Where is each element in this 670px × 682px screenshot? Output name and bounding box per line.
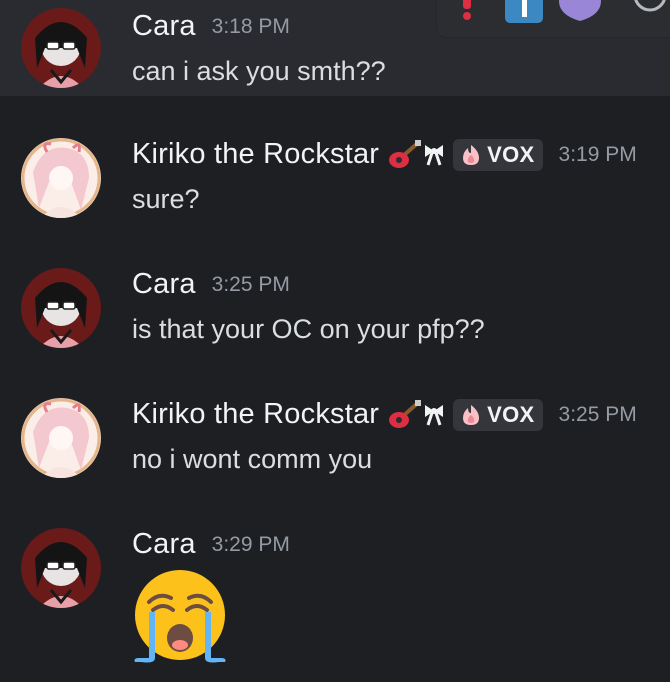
message-row[interactable]: Cara 3:29 PM bbox=[0, 518, 670, 682]
flame-tag-icon bbox=[459, 143, 483, 167]
username[interactable]: Kiriko the Rockstar bbox=[132, 138, 379, 171]
timestamp[interactable]: 3:25 PM bbox=[559, 403, 637, 427]
username[interactable]: Cara bbox=[132, 268, 196, 301]
guitar-emoji-icon bbox=[387, 139, 422, 170]
message-row[interactable]: Cara 3:18 PM can i ask you smth?? bbox=[0, 0, 670, 96]
avatar[interactable] bbox=[21, 528, 101, 608]
username[interactable]: Kiriko the Rockstar bbox=[132, 398, 379, 431]
server-tag-label: VOX bbox=[487, 141, 535, 167]
timestamp[interactable]: 3:29 PM bbox=[212, 533, 290, 557]
message-row[interactable]: Kiriko the Rockstar VOX 3:25 PM no i won… bbox=[0, 380, 670, 490]
message-row[interactable]: Kiriko the Rockstar VOX 3:19 PM sure? bbox=[0, 120, 670, 230]
message-row[interactable]: Cara 3:25 PM is that your OC on your pfp… bbox=[0, 258, 670, 358]
timestamp[interactable]: 3:18 PM bbox=[212, 15, 290, 39]
avatar[interactable] bbox=[21, 268, 101, 348]
blue-square-reaction-icon[interactable] bbox=[505, 0, 543, 28]
message-text: can i ask you smth?? bbox=[132, 56, 386, 86]
flame-tag-icon bbox=[459, 403, 483, 427]
message-text: no i wont comm you bbox=[132, 444, 373, 474]
server-tag-label: VOX bbox=[487, 401, 535, 427]
avatar[interactable] bbox=[21, 398, 101, 478]
add-reaction-icon[interactable] bbox=[633, 0, 667, 22]
server-tag-badge[interactable]: VOX bbox=[453, 398, 543, 431]
ribbon-emoji-icon bbox=[423, 403, 445, 427]
avatar[interactable] bbox=[21, 8, 101, 88]
avatar[interactable] bbox=[21, 138, 101, 218]
ribbon-emoji-icon bbox=[423, 143, 445, 167]
server-tag-badge[interactable]: VOX bbox=[453, 138, 543, 171]
message-text: sure? bbox=[132, 184, 200, 214]
timestamp[interactable]: 3:25 PM bbox=[212, 273, 290, 297]
heart-shield-reaction-icon[interactable] bbox=[559, 0, 601, 26]
guitar-emoji-icon bbox=[387, 399, 422, 430]
loudly-crying-face-emoji-icon[interactable] bbox=[131, 568, 229, 666]
username[interactable]: Cara bbox=[132, 10, 196, 43]
username[interactable]: Cara bbox=[132, 528, 196, 561]
exclamation-reaction-icon[interactable] bbox=[455, 0, 479, 26]
timestamp[interactable]: 3:19 PM bbox=[559, 143, 637, 167]
message-actions-toolbar bbox=[436, 0, 670, 38]
message-text: is that your OC on your pfp?? bbox=[132, 314, 485, 344]
